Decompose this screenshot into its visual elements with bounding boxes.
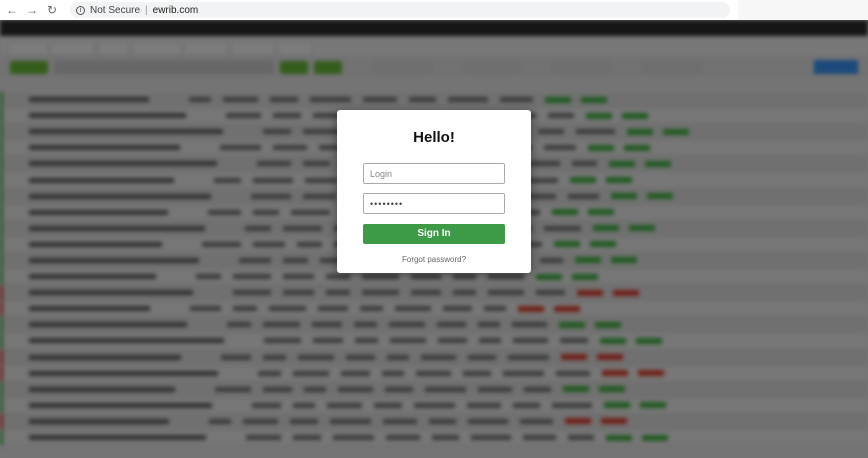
forward-icon[interactable]: → [24,3,40,17]
toolbar-extension-area [738,0,868,20]
info-icon[interactable]: i [76,5,85,15]
url-text: ewrib.com [152,4,199,16]
address-bar[interactable]: i Not Secure | ewrib.com [70,2,730,18]
password-input[interactable]: •••••••• [363,193,505,214]
security-label: Not Secure [90,4,141,16]
login-modal: Hello! Login •••••••• Sign In Forgot pas… [337,110,531,273]
address-separator: | [145,4,148,16]
login-input[interactable]: Login [363,163,505,184]
forgot-password-link[interactable]: Forgot password? [337,255,531,264]
sign-in-button[interactable]: Sign In [363,224,505,244]
back-icon[interactable]: ← [4,3,20,17]
browser-toolbar: ← → ↻ i Not Secure | ewrib.com [0,0,868,20]
modal-title: Hello! [413,129,455,146]
reload-icon[interactable]: ↻ [44,3,60,17]
